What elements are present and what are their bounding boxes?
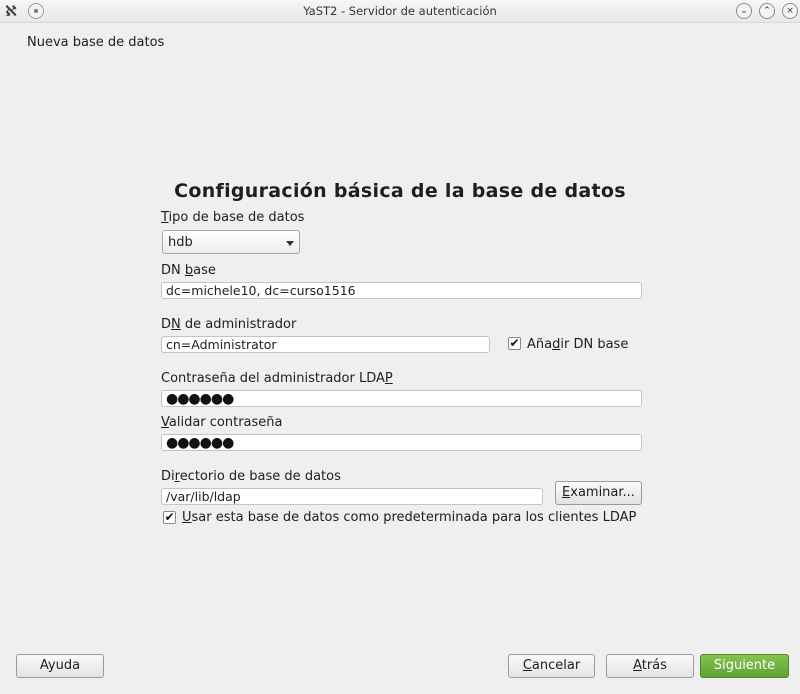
base-dn-input[interactable]: dc=michele10, dc=curso1516 [161, 282, 642, 299]
title-bar: ℵ YaST2 - Servidor de autenticación ⌄ ⌃ … [0, 0, 800, 23]
db-type-label: Tipo de base de datos [161, 210, 305, 225]
use-default-label[interactable]: Usar esta base de datos como predetermin… [182, 510, 636, 525]
dialog-subtitle: Nueva base de datos [27, 35, 165, 50]
validate-password-label: Validar contraseña [161, 415, 283, 430]
admin-dn-label: DN de administrador [161, 317, 297, 332]
chevron-down-icon [286, 241, 294, 246]
use-default-checkbox[interactable]: ✔ [163, 511, 176, 524]
db-type-select[interactable]: hdb [162, 230, 300, 254]
browse-button[interactable]: Examinar... [555, 481, 642, 505]
maximize-button[interactable]: ⌃ [759, 3, 775, 19]
validate-password-input[interactable]: ●●●●●● [161, 434, 642, 451]
base-dn-label: DN base [161, 263, 216, 278]
append-base-dn-checkbox[interactable]: ✔ [508, 337, 521, 350]
db-type-value: hdb [168, 235, 193, 250]
ldap-password-label: Contraseña del administrador LDAP [161, 371, 393, 386]
close-button[interactable]: × [782, 3, 798, 19]
cancel-button[interactable]: Cancelar [508, 654, 595, 678]
next-button[interactable]: Siguiente [700, 654, 789, 678]
window-title: YaST2 - Servidor de autenticación [303, 4, 497, 18]
ldap-password-input[interactable]: ●●●●●● [161, 390, 642, 407]
db-directory-label: Directorio de base de datos [161, 469, 341, 484]
db-directory-input[interactable]: /var/lib/ldap [161, 488, 543, 505]
back-button[interactable]: Atrás [606, 654, 694, 678]
admin-dn-input[interactable]: cn=Administrator [161, 336, 490, 353]
append-base-dn-label[interactable]: Añadir DN base [527, 337, 628, 352]
page-heading: Configuración básica de la base de datos [174, 180, 626, 202]
help-button[interactable]: Ayuda [16, 654, 104, 678]
minimize-button[interactable]: ⌄ [736, 3, 752, 19]
